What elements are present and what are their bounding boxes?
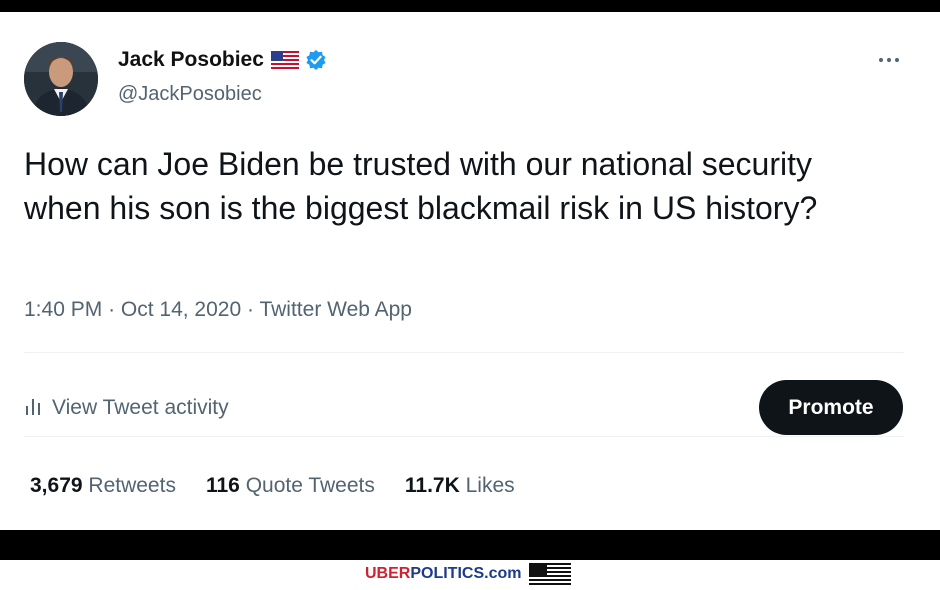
stat-label: Quote Tweets (245, 474, 375, 497)
meta-separator-2: · (247, 298, 254, 321)
watermark: UBER POLITICS.com (365, 563, 572, 585)
more-dots-icon[interactable] (872, 50, 906, 70)
name-row: Jack Posobiec (118, 48, 327, 72)
bar-chart-icon (24, 396, 42, 421)
promote-button[interactable]: Promote (759, 380, 903, 435)
watermark-part2: POLITICS.com (410, 565, 522, 582)
view-activity-link[interactable]: View Tweet activity (24, 380, 229, 436)
us-flag-icon (270, 51, 299, 69)
divider (24, 436, 904, 437)
watermark-part1: UBER (365, 565, 411, 582)
avatar-image (24, 42, 98, 116)
stat-count: 11.7K (404, 474, 460, 497)
tweet-source[interactable]: Twitter Web App (259, 298, 412, 321)
bottom-black-bar (0, 530, 940, 560)
avatar[interactable] (24, 42, 98, 116)
bw-flag-icon (529, 563, 572, 585)
stats-row: 3,679 Retweets 116 Quote Tweets 11.7K Li… (30, 474, 545, 498)
likes-stat[interactable]: 11.7K Likes (405, 474, 515, 498)
user-handle[interactable]: @JackPosobiec (118, 83, 262, 106)
stat-label: Retweets (88, 474, 176, 497)
stat-label: Likes (465, 474, 515, 497)
stat-count: 3,679 (30, 474, 83, 497)
activity-label: View Tweet activity (52, 396, 229, 419)
quote-tweets-stat[interactable]: 116 Quote Tweets (206, 474, 375, 498)
user-name[interactable]: Jack Posobiec (118, 48, 264, 72)
stat-count: 116 (205, 474, 240, 497)
tweet-card: Jack Posobiec @JackPosobiec How can Joe … (0, 12, 940, 530)
verified-badge-icon (305, 49, 327, 71)
divider (24, 352, 904, 353)
tweet-text: How can Joe Biden be trusted with our na… (24, 146, 818, 226)
retweets-stat[interactable]: 3,679 Retweets (30, 474, 176, 498)
meta-separator-1: · (108, 298, 116, 321)
tweet-meta: 1:40 PM · Oct 14, 2020 · Twitter Web App (24, 298, 412, 322)
tweet-date[interactable]: Oct 14, 2020 (121, 298, 241, 321)
tweet-time[interactable]: 1:40 PM (24, 298, 102, 321)
top-black-bar (0, 0, 940, 12)
